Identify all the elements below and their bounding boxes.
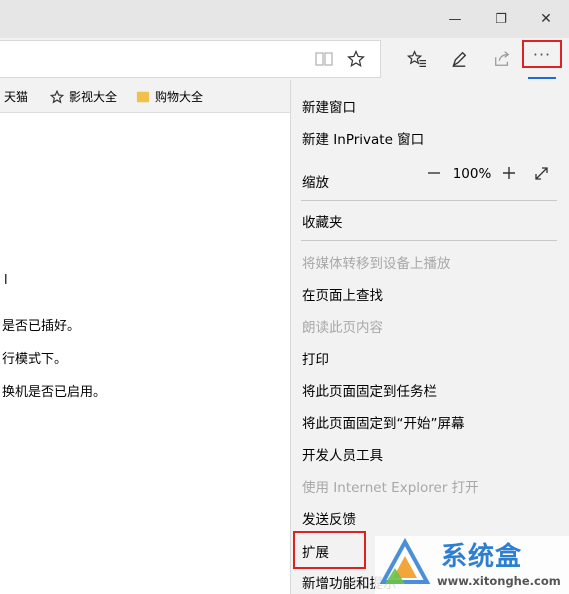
menu-item-find-on-page[interactable]: 在页面上查找 (302, 284, 383, 304)
restore-icon: ❐ (495, 11, 507, 27)
fav-item-movies[interactable]: 影视大全 (50, 88, 117, 105)
fav-label: 购物大全 (155, 90, 204, 104)
logo-icon (379, 538, 431, 584)
fav-folder-shopping[interactable]: 购物大全 (136, 88, 203, 105)
more-actions-menu: 新建窗口 新建 InPrivate 窗口 缩放 100% 收藏夹 将媒体转移到设… (290, 80, 569, 594)
title-bar: — ❐ ✕ (0, 0, 569, 38)
menu-item-new-inprivate[interactable]: 新建 InPrivate 窗口 (302, 128, 424, 148)
menu-item-send-feedback[interactable]: 发送反馈 (302, 508, 356, 528)
menu-item-pin-taskbar[interactable]: 将此页面固定到任务栏 (302, 380, 437, 400)
menu-divider (301, 240, 557, 241)
more-active-indicator (528, 77, 556, 79)
more-icon: ··· (532, 44, 552, 64)
menu-item-open-ie: 使用 Internet Explorer 打开 (302, 480, 479, 496)
zoom-level: 100% (452, 166, 492, 182)
close-button[interactable]: ✕ (523, 0, 569, 38)
menu-item-print[interactable]: 打印 (302, 348, 329, 368)
content-line: 行模式下。 (2, 352, 68, 367)
fullscreen-icon (534, 167, 548, 180)
favorite-star-icon (347, 50, 365, 67)
menu-item-favorites[interactable]: 收藏夹 (302, 211, 343, 231)
extensions-highlight (293, 531, 366, 569)
menu-item-cast-media: 将媒体转移到设备上播放 (302, 256, 451, 272)
star-icon (50, 89, 64, 103)
web-note-icon (452, 51, 467, 67)
menu-item-new-window[interactable]: 新建窗口 (302, 96, 356, 116)
fav-item-tmall[interactable]: 天猫 (4, 88, 28, 105)
menu-divider (301, 200, 557, 201)
minimize-icon: — (448, 11, 462, 27)
more-actions-button[interactable]: ··· (522, 40, 562, 68)
web-note-button[interactable] (444, 42, 474, 76)
watermark-brand: 系统盒 (441, 542, 523, 572)
minimize-button[interactable]: — (432, 0, 478, 38)
reading-view-button[interactable] (309, 42, 339, 76)
favorites-hub-icon (407, 50, 426, 67)
menu-item-pin-start[interactable]: 将此页面固定到“开始”屏幕 (302, 412, 465, 432)
page-content: l 是否已插好。 行模式下。 换机是否已启用。 (0, 113, 290, 594)
zoom-out-button[interactable] (424, 166, 444, 180)
share-button[interactable] (487, 42, 517, 76)
fav-label: 影视大全 (69, 90, 118, 104)
fullscreen-button[interactable] (531, 166, 551, 181)
menu-item-zoom-label: 缩放 (302, 175, 329, 191)
add-favorite-button[interactable] (341, 42, 371, 76)
folder-icon (136, 91, 150, 102)
watermark-logo: 系统盒 www.xitonghe.com (375, 536, 569, 594)
close-icon: ✕ (540, 11, 552, 27)
address-bar-row (0, 38, 569, 80)
menu-item-read-aloud: 朗读此页内容 (302, 320, 383, 336)
minus-icon (428, 172, 440, 174)
menu-item-dev-tools[interactable]: 开发人员工具 (302, 444, 383, 464)
content-line: l (4, 273, 8, 288)
restore-button[interactable]: ❐ (478, 0, 524, 38)
content-line: 是否已插好。 (2, 319, 81, 334)
content-line: 换机是否已启用。 (2, 385, 107, 400)
share-icon (495, 51, 510, 66)
plus-icon (503, 167, 515, 179)
fav-label: 天猫 (4, 90, 29, 104)
favorites-hub-button[interactable] (402, 42, 432, 76)
zoom-in-button[interactable] (499, 166, 519, 180)
watermark-url: www.xitonghe.com (437, 574, 561, 588)
reading-view-icon (315, 52, 333, 66)
